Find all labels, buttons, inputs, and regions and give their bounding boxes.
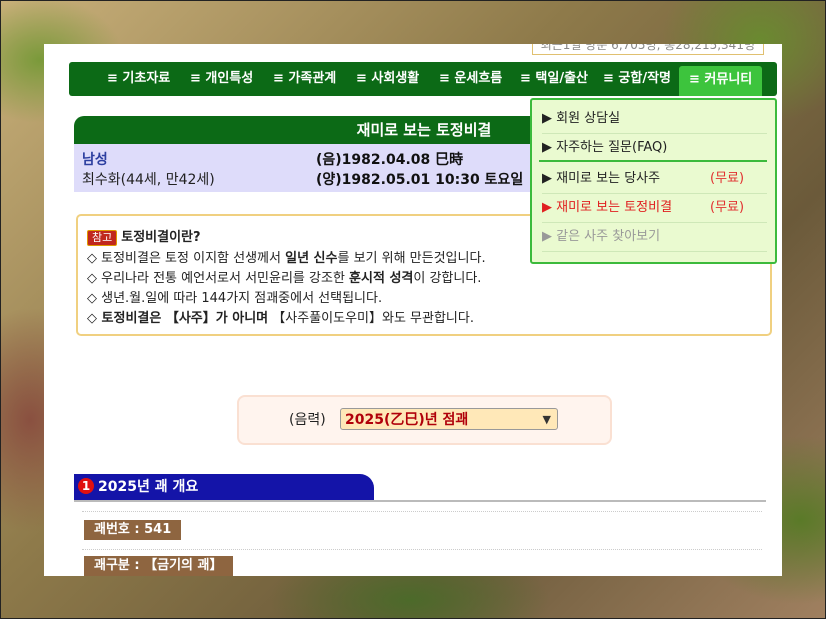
- info-line-1-a: ◇ 토정비결은 토정 이지함 선생께서: [87, 251, 286, 266]
- chevron-down-icon: ▼: [542, 413, 551, 426]
- menu-separator: [539, 160, 767, 162]
- solar-birth: (양)1982.05.01 10:30 토요일: [316, 172, 524, 188]
- menu-item-faq[interactable]: ▶ 자주하는 질문(FAQ): [542, 133, 767, 162]
- info-line-2-a: ◇ 우리나라 전통 예언서로서 서민윤리를 강조한: [87, 271, 350, 286]
- menu-item-dangsaju[interactable]: ▶ 재미로 보는 당사주 (무료): [542, 164, 767, 194]
- year-select-panel: (음력) 2025(乙巳)년 점괘 ▼: [237, 395, 612, 445]
- menu-item-member-counsel[interactable]: ▶ 회원 상담실: [542, 104, 767, 134]
- nav-social-life[interactable]: ≡ 사회생활: [356, 62, 419, 96]
- lunar-birth: (음)1982.04.08 巳時: [316, 152, 464, 168]
- nav-personal-traits[interactable]: ≡ 개인특성: [190, 62, 253, 96]
- gwae-number-tag: 괘번호 : 541: [84, 520, 182, 540]
- menu-item-label: ▶ 같은 사주 찾아보기: [542, 229, 661, 244]
- nav-basic-data[interactable]: ≡ 기초자료: [107, 62, 170, 96]
- info-line-4-a: ◇ 토정비결은 【사주】가 아니며: [87, 311, 269, 326]
- section-header: 1 2025년 괘 개요: [74, 474, 374, 500]
- menu-item-label: ▶ 재미로 보는 토정비결: [542, 200, 673, 215]
- menu-item-same-saju[interactable]: ▶ 같은 사주 찾아보기: [542, 222, 767, 252]
- menu-item-label: ▶ 자주하는 질문(FAQ): [542, 140, 668, 155]
- menu-item-label: ▶ 회원 상담실: [542, 111, 621, 126]
- info-line-1-c: 를 보기 위해 만든것입니다.: [337, 251, 486, 266]
- nav-compatibility-naming[interactable]: ≡ 궁합/작명: [603, 62, 671, 96]
- dotted-divider: [82, 511, 762, 512]
- free-badge: (무료): [710, 171, 745, 186]
- gwae-type-tag: 괘구분 : 【금기의 괘】: [84, 556, 233, 576]
- info-line-4-b: 【사주풀이도우미】와도 무관합니다.: [268, 311, 474, 326]
- info-line-2-c: 이 강합니다.: [413, 271, 482, 286]
- nav-date-birth[interactable]: ≡ 택일/출산: [520, 62, 588, 96]
- reference-badge: 참고: [87, 230, 118, 246]
- page-title-text: 재미로 보는 토정비결: [356, 121, 492, 139]
- info-line-4: ◇ 토정비결은 【사주】가 아니며 【사주풀이도우미】와도 무관합니다.: [87, 307, 474, 326]
- visitor-counter: 최근1일 방문 6,705명, 총28,215,341명: [531, 44, 764, 55]
- dotted-divider: [82, 549, 762, 550]
- info-line-1-b: 일년 신수: [285, 251, 338, 266]
- info-line-3: ◇ 생년.월.일에 따라 144가지 점괘중에서 선택됩니다.: [87, 291, 383, 306]
- menu-item-label: ▶ 재미로 보는 당사주: [542, 171, 661, 186]
- free-badge: (무료): [710, 200, 745, 215]
- info-heading-row: 참고 토정비결이란?: [87, 226, 201, 246]
- nav-community[interactable]: ≡ 커뮤니티: [679, 66, 763, 96]
- menu-item-tojeong[interactable]: ▶ 재미로 보는 토정비결 (무료): [542, 193, 767, 223]
- gender-label: 남성: [82, 152, 108, 168]
- section-title: 2025년 괘 개요: [98, 479, 199, 495]
- info-line-2-b: 훈시적 성격: [349, 271, 414, 286]
- info-heading: 토정비결이란?: [121, 230, 201, 245]
- info-line-2: ◇ 우리나라 전통 예언서로서 서민윤리를 강조한 훈시적 성격이 강합니다.: [87, 267, 481, 286]
- section-divider: [74, 500, 766, 502]
- year-select-value: 2025(乙巳)년 점괘: [345, 412, 469, 428]
- name-age-label: 최수화(44세, 만42세): [82, 172, 215, 188]
- community-dropdown-menu: ▶ 회원 상담실 ▶ 자주하는 질문(FAQ) ▶ 재미로 보는 당사주 (무료)…: [530, 98, 777, 264]
- calendar-type-label: (음력): [289, 412, 326, 428]
- nav-fortune-flow[interactable]: ≡ 운세흐름: [439, 62, 502, 96]
- info-line-1: ◇ 토정비결은 토정 이지함 선생께서 일년 신수를 보기 위해 만든것입니다.: [87, 247, 486, 266]
- year-select[interactable]: 2025(乙巳)년 점괘 ▼: [340, 408, 558, 430]
- nav-family[interactable]: ≡ 가족관계: [273, 62, 336, 96]
- section-number: 1: [78, 478, 94, 494]
- top-navigation: ≡ 기초자료 ≡ 개인특성 ≡ 가족관계 ≡ 사회생활 ≡ 운세흐름 ≡ 택일/…: [69, 62, 777, 96]
